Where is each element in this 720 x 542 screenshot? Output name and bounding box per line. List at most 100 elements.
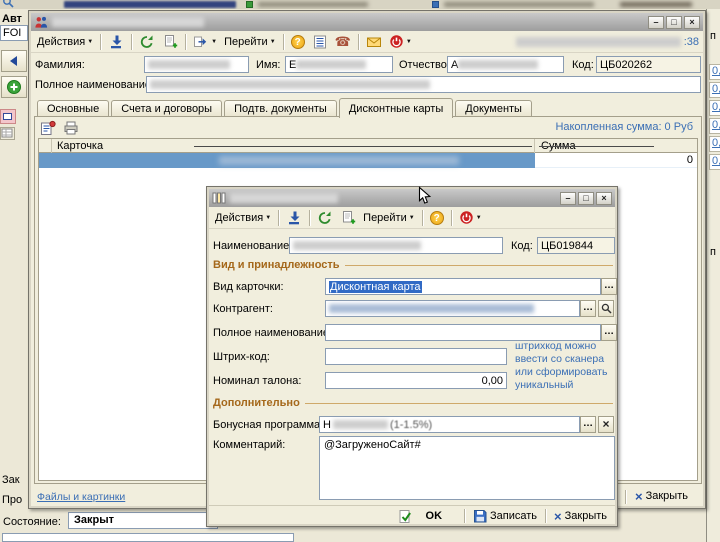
value-link-cell[interactable]: 0,	[709, 154, 720, 170]
column-header-card[interactable]: Карточка	[57, 140, 103, 152]
toolbar-separator	[278, 210, 279, 226]
fullname-label: Полное наименование:	[35, 79, 154, 91]
help-button[interactable]: ?	[289, 34, 307, 50]
card-index-icon	[212, 191, 226, 205]
files-and-pictures-link[interactable]: Файлы и картинки	[37, 491, 125, 503]
nominal-field[interactable]: 0,00	[325, 372, 507, 389]
comment-label: Комментарий:	[213, 439, 285, 451]
save-record-button[interactable]	[106, 33, 126, 51]
value-link-cell[interactable]: 0,	[709, 82, 720, 98]
background-bottom-field[interactable]	[2, 533, 294, 542]
counterparty-select-button[interactable]: …	[580, 300, 596, 317]
value-link[interactable]: 0,	[712, 65, 720, 77]
close-button[interactable]: ×	[596, 192, 612, 205]
barcode-hint-line: уникальный	[515, 379, 615, 392]
go-menu-button[interactable]: Перейти▼	[222, 35, 278, 49]
value-link-cell[interactable]: 0,	[709, 100, 720, 116]
toolbar-info-redacted	[516, 37, 681, 47]
close-button[interactable]: ×	[684, 16, 700, 29]
dialog-fullname-field[interactable]	[325, 324, 601, 341]
table-row-selected[interactable]: 0	[39, 153, 697, 168]
card-list-settings-button[interactable]	[38, 119, 58, 137]
background-small-button-pink[interactable]	[0, 109, 16, 124]
background-left-label: Про	[2, 494, 22, 506]
main-close-button[interactable]: × Закрыть	[631, 489, 692, 503]
print-button[interactable]	[61, 119, 81, 137]
refresh-button[interactable]	[315, 209, 335, 227]
actions-menu-button[interactable]: Действия▼	[35, 35, 95, 49]
background-left-field-text: FOI	[3, 27, 21, 39]
dialog-save-button[interactable]: Записать	[469, 508, 541, 524]
tab-diskontnye-karty[interactable]: Дисконтные карты	[339, 98, 453, 118]
state-field[interactable]: Закрыт	[68, 512, 218, 529]
person-window-titlebar[interactable]: – □ ×	[31, 13, 703, 31]
ok-label: OK	[426, 510, 443, 522]
phone-button[interactable]: ☎	[333, 34, 353, 49]
go-button[interactable]: ▼	[191, 33, 219, 51]
barcode-field[interactable]	[325, 348, 507, 365]
background-small-button-grid[interactable]	[0, 127, 15, 140]
nominal-value: 0,00	[482, 375, 503, 387]
name-field[interactable]: Е	[285, 56, 393, 73]
value-link-cell[interactable]: 0,	[709, 118, 720, 134]
counterparty-search-button[interactable]	[598, 300, 614, 317]
section-additional: Дополнительно	[213, 397, 613, 409]
copy-button[interactable]	[338, 209, 358, 227]
tab-dokumenty[interactable]: Документы	[455, 100, 532, 117]
fullname-select-button[interactable]: …	[601, 324, 617, 341]
dialog-name-field[interactable]	[289, 237, 503, 254]
surname-field[interactable]	[144, 56, 249, 73]
comment-field[interactable]: @ЗагруженоСайт#	[319, 436, 615, 500]
dropdown-icon: ▼	[87, 39, 93, 45]
maximize-button[interactable]: □	[578, 192, 594, 205]
bonus-program-field[interactable]: Н (1-1.5%)	[319, 416, 580, 433]
value-link[interactable]: 0,	[712, 101, 720, 113]
mail-button[interactable]	[364, 34, 384, 50]
ok-check-icon	[398, 509, 413, 524]
tab-scheta-i-dogovory[interactable]: Счета и договоры	[111, 100, 222, 117]
refresh-button[interactable]	[137, 33, 157, 51]
magnifier-icon	[601, 303, 612, 314]
structure-button[interactable]	[310, 33, 330, 51]
add-button[interactable]	[1, 76, 27, 98]
value-link[interactable]: 0,	[712, 155, 720, 167]
bonus-clear-button[interactable]: ×	[598, 416, 614, 433]
value-link[interactable]: 0,	[712, 137, 720, 149]
go-label: Перейти	[224, 36, 268, 48]
value-link[interactable]: 0,	[712, 119, 720, 131]
discount-card-dialog: – □ × Действия▼ Перейти▼ ? ▼ Наименовани…	[206, 186, 618, 527]
card-kind-field[interactable]: Дисконтная карта	[325, 278, 601, 295]
value-link[interactable]: 0,	[712, 83, 720, 95]
actions-menu-button[interactable]: Действия▼	[213, 211, 273, 225]
refresh-icon	[317, 210, 333, 226]
exit-button[interactable]: ▼	[387, 33, 414, 50]
dialog-close-button[interactable]: × Закрыть	[550, 509, 611, 523]
back-arrow-button[interactable]	[1, 50, 27, 72]
tab-osnovnye[interactable]: Основные	[37, 100, 109, 117]
background-left-field[interactable]: FOI	[0, 25, 28, 41]
fullname-field[interactable]	[146, 76, 701, 93]
counterparty-field[interactable]	[325, 300, 580, 317]
go-menu-button[interactable]: Перейти▼	[361, 211, 417, 225]
ok-button[interactable]: OK	[394, 508, 461, 525]
card-kind-select-button[interactable]: …	[601, 278, 617, 295]
value-link-cell[interactable]: 0,	[709, 136, 720, 152]
column-divider[interactable]	[534, 139, 535, 153]
value-link-cell[interactable]: 0,	[709, 64, 720, 80]
dialog-code-label: Код:	[511, 240, 533, 252]
copy-button[interactable]	[160, 33, 180, 51]
exit-button[interactable]: ▼	[457, 209, 484, 226]
dialog-titlebar[interactable]: – □ ×	[209, 189, 615, 207]
tab-podtv-dokumenty[interactable]: Подтв. документы	[224, 100, 337, 117]
bonus-select-button[interactable]: …	[580, 416, 596, 433]
save-record-button[interactable]	[284, 209, 304, 227]
maximize-button[interactable]: □	[666, 16, 682, 29]
minimize-button[interactable]: –	[560, 192, 576, 205]
patronymic-field[interactable]: А	[447, 56, 564, 73]
help-button[interactable]: ?	[428, 210, 446, 226]
minimize-button[interactable]: –	[648, 16, 664, 29]
close-x-icon: ×	[635, 491, 643, 502]
barcode-hint: штрихкод можно ввести со сканера или сфо…	[515, 340, 615, 392]
counterparty-redacted	[329, 304, 534, 313]
dropdown-icon: ▼	[476, 215, 482, 221]
